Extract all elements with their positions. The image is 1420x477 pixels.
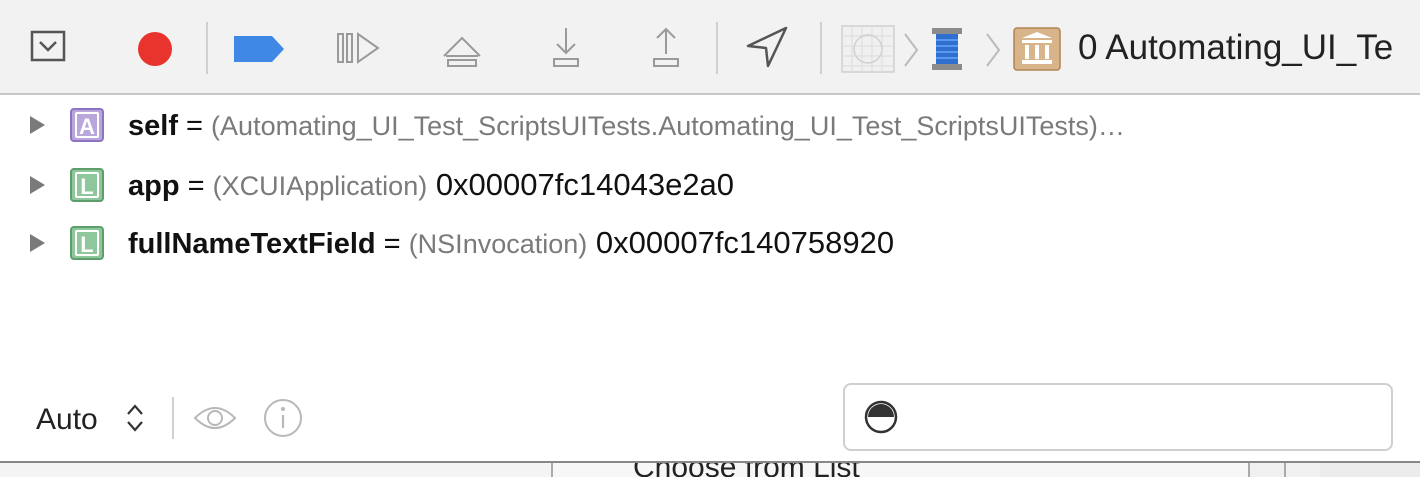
step-over-button[interactable]	[440, 30, 484, 70]
variable-row[interactable]: A self = (Automating_UI_Test_ScriptsUITe…	[0, 98, 1420, 152]
info-icon	[264, 399, 302, 437]
breadcrumb-chevron-icon	[984, 30, 1002, 70]
debug-toolbar: 0 Automating_UI_Te	[0, 0, 1420, 95]
quick-look-button[interactable]	[192, 397, 238, 444]
variable-row[interactable]: L app = (XCUIApplication) 0x00007fc14043…	[0, 158, 1420, 212]
equals-sign: =	[179, 170, 213, 202]
variable-name: fullNameTextField	[128, 228, 376, 260]
toggle-breakpoints-button[interactable]	[232, 34, 286, 64]
hide-debug-area-button[interactable]	[30, 28, 66, 64]
variable-name: self	[128, 110, 178, 142]
variable-type: (NSInvocation)	[408, 229, 588, 259]
variable-type: (Automating_UI_Test_ScriptsUITests.Autom…	[211, 111, 1125, 141]
simulate-location-button[interactable]	[744, 24, 790, 70]
utilities-pane: Choose from List	[0, 461, 1420, 477]
lower-pane-button[interactable]	[1284, 463, 1320, 477]
local-badge-icon: L	[70, 168, 104, 202]
lower-pane-button[interactable]	[1248, 463, 1284, 477]
disclosure-triangle-icon[interactable]	[30, 116, 45, 134]
variables-bottom-bar: Auto	[0, 383, 1420, 461]
variable-type: (XCUIApplication)	[212, 171, 428, 201]
step-over-icon	[443, 36, 481, 67]
step-into-button[interactable]	[548, 24, 584, 70]
toolbar-separator	[206, 22, 208, 74]
stack-frame-icon	[1013, 27, 1061, 71]
debug-area: 0 Automating_UI_Te A self = (Automating_…	[0, 0, 1420, 477]
breadcrumb-frame[interactable]	[1012, 26, 1062, 72]
breadcrumb-chevron-icon	[902, 30, 920, 70]
choose-from-list-label[interactable]: Choose from List	[633, 463, 860, 477]
pause-continue-icon	[337, 32, 380, 64]
breadcrumb-frame-label[interactable]: 0 Automating_UI_Te	[1078, 22, 1393, 74]
bottom-bar-separator	[172, 397, 174, 439]
breadcrumb-thread[interactable]	[928, 24, 966, 74]
variable-value: 0x00007fc140758920	[587, 225, 895, 260]
variable-name: app	[128, 170, 180, 202]
scope-popup-label[interactable]: Auto	[36, 403, 98, 437]
equals-sign: =	[375, 228, 409, 260]
lower-pane-left	[0, 463, 553, 477]
thread-spool-icon	[932, 28, 962, 70]
equals-sign: =	[177, 110, 212, 142]
breakpoint-button[interactable]	[136, 30, 174, 68]
variables-view: A self = (Automating_UI_Test_ScriptsUITe…	[0, 98, 1420, 383]
toolbar-separator	[820, 22, 822, 74]
breakpoint-tag-icon	[234, 36, 284, 62]
toolbar-separator	[716, 22, 718, 74]
continue-button[interactable]	[336, 28, 382, 68]
disclosure-triangle-icon[interactable]	[30, 176, 45, 194]
variable-line: self = (Automating_UI_Test_ScriptsUITest…	[128, 107, 1125, 143]
variable-row[interactable]: L fullNameTextField = (NSInvocation) 0x0…	[0, 216, 1420, 270]
variable-line: fullNameTextField = (NSInvocation) 0x000…	[128, 225, 894, 261]
eye-icon	[193, 407, 237, 429]
variable-value: 0x00007fc14043e2a0	[427, 167, 735, 202]
step-into-icon	[553, 28, 579, 67]
argument-badge-icon: A	[70, 108, 104, 142]
disclosure-triangle-icon[interactable]	[30, 234, 45, 252]
print-description-button[interactable]	[262, 397, 304, 444]
filter-field[interactable]	[843, 383, 1393, 451]
breadcrumb-app[interactable]	[838, 24, 898, 74]
local-badge-icon: L	[70, 226, 104, 260]
step-out-icon	[653, 27, 679, 67]
record-dot-icon	[138, 32, 172, 66]
step-out-button[interactable]	[648, 24, 684, 70]
variable-line: app = (XCUIApplication) 0x00007fc14043e2…	[128, 167, 734, 203]
scope-popup-arrows-icon[interactable]	[125, 401, 145, 442]
tray-down-icon	[30, 30, 66, 62]
app-icon	[841, 25, 895, 73]
location-arrow-icon	[746, 26, 788, 68]
filter-icon	[863, 399, 899, 440]
